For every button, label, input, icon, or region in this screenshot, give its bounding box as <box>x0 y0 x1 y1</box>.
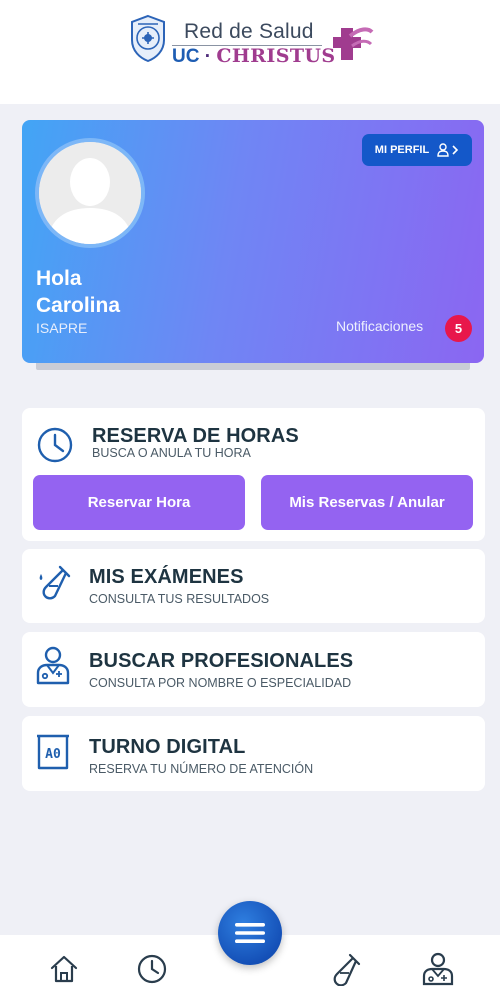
mi-perfil-button[interactable]: MI PERFIL <box>362 134 472 166</box>
reserva-horas-card: RESERVA DE HORAS BUSCA O ANULA TU HORA R… <box>22 408 485 541</box>
mis-examenes-title: MIS EXÁMENES <box>89 566 244 588</box>
notifications-badge[interactable]: 5 <box>445 315 472 342</box>
test-tube-icon <box>39 565 71 600</box>
logo-text-uc-christus: UC · CHRISTUS <box>172 45 335 68</box>
menu-button[interactable] <box>218 901 282 965</box>
christus-cross-icon <box>333 27 374 60</box>
reservar-hora-button[interactable]: Reservar Hora <box>33 475 245 530</box>
turno-digital-title: TURNO DIGITAL <box>89 736 246 758</box>
exams-test-tube-icon[interactable] <box>328 952 362 986</box>
buscar-profesionales-card[interactable]: BUSCAR PROFESIONALES CONSULTA POR NOMBRE… <box>22 632 485 707</box>
doctor-icon <box>36 646 70 685</box>
university-seal-icon <box>131 14 165 62</box>
reserva-horas-title: RESERVA DE HORAS <box>92 425 299 447</box>
professionals-doctor-icon[interactable] <box>421 952 455 986</box>
profile-card: MI PERFIL Hola Carolina ISAPRE Notificac… <box>22 120 484 363</box>
home-icon[interactable] <box>47 952 81 986</box>
buscar-profesionales-title: BUSCAR PROFESIONALES <box>89 650 354 672</box>
greeting-username: Carolina <box>36 294 121 317</box>
mi-perfil-label: MI PERFIL <box>374 144 430 156</box>
logo-text-dot: · <box>204 46 212 67</box>
logo-text-uc: UC <box>172 46 200 67</box>
logo-text-christus: CHRISTUS <box>216 45 336 67</box>
reserva-horas-subtitle: BUSCA O ANULA TU HORA <box>92 446 251 460</box>
app-header: Red de Salud UC · CHRISTUS <box>0 0 500 104</box>
buscar-profesionales-subtitle: CONSULTA POR NOMBRE O ESPECIALIDAD <box>89 676 352 690</box>
mis-examenes-card[interactable]: MIS EXÁMENES CONSULTA TUS RESULTADOS <box>22 549 485 623</box>
greeting-hello: Hola <box>36 267 82 290</box>
logo-text-red-de-salud: Red de Salud <box>184 20 314 43</box>
mis-reservas-anular-button[interactable]: Mis Reservas / Anular <box>261 475 473 530</box>
person-silhouette-icon <box>39 142 141 244</box>
turno-digital-subtitle: RESERVA TU NÚMERO DE ATENCIÓN <box>89 762 314 776</box>
greeting: Hola Carolina <box>36 265 120 319</box>
menu-icon <box>235 923 265 943</box>
avatar[interactable] <box>35 138 145 248</box>
notifications-link[interactable]: Notificaciones <box>336 318 423 334</box>
red-de-salud-uc-christus-logo: Red de Salud UC · CHRISTUS <box>128 12 378 68</box>
ticket-icon: A0 <box>37 734 69 770</box>
turno-digital-card[interactable]: A0 TURNO DIGITAL RESERVA TU NÚMERO DE AT… <box>22 716 485 791</box>
history-clock-icon[interactable] <box>135 952 169 986</box>
mis-examenes-subtitle: CONSULTA TUS RESULTADOS <box>89 592 270 606</box>
user-chevron-icon <box>437 143 459 157</box>
clock-icon <box>37 427 73 463</box>
ticket-icon-text: A0 <box>45 747 61 762</box>
insurance-label: ISAPRE <box>36 320 88 336</box>
